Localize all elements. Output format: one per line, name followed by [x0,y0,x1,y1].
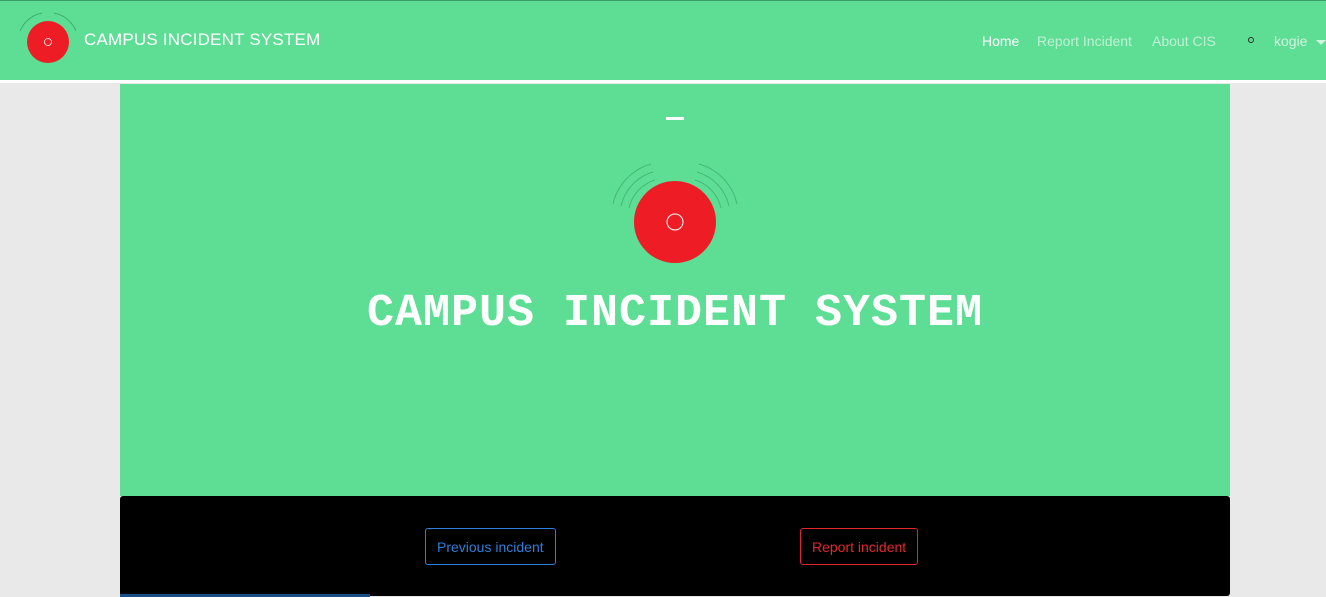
nav-about-cis[interactable]: About CIS [1152,33,1216,49]
action-bar: Previous incident Report incident [120,496,1230,596]
navbar-divider [0,80,1326,83]
top-navbar: CAMPUS INCIDENT SYSTEM Home Report Incid… [0,0,1326,80]
brand-title[interactable]: CAMPUS INCIDENT SYSTEM [84,30,320,50]
user-menu-toggle[interactable]: kogie [1274,33,1307,49]
previous-incident-button[interactable]: Previous incident [425,528,556,565]
hero-dash-divider [666,117,684,120]
nav-report-incident[interactable]: Report Incident [1037,33,1132,49]
hero-title: CAMPUS INCIDENT SYSTEM [366,288,984,339]
alarm-icon [612,163,738,263]
report-incident-button[interactable]: Report incident [800,528,919,565]
alarm-icon[interactable] [14,11,82,67]
user-status-icon [1248,37,1254,43]
hero-banner: CAMPUS INCIDENT SYSTEM [120,84,1230,496]
nav-home[interactable]: Home [982,33,1019,49]
caret-down-icon[interactable] [1316,40,1326,45]
